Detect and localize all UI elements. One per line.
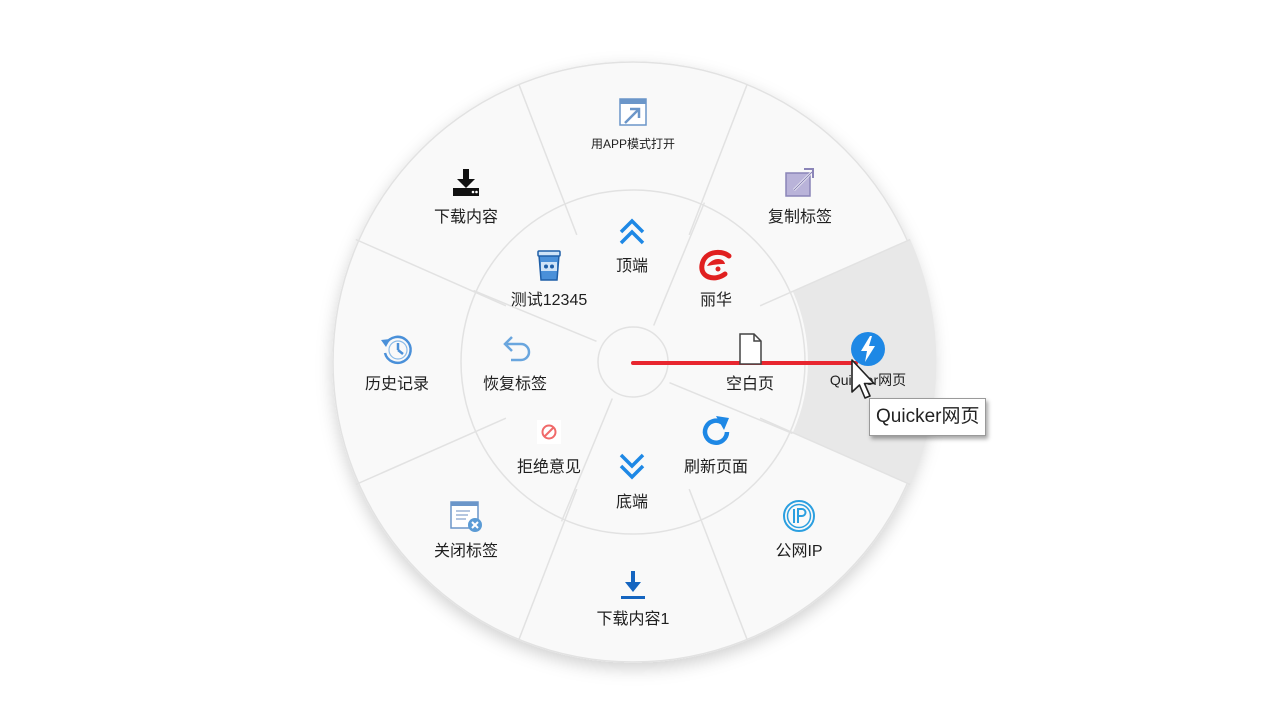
tooltip: Quicker网页: [869, 398, 987, 436]
menu-item-label: 下载内容1: [596, 611, 670, 628]
menu-item-label: 复制标签: [767, 209, 832, 226]
menu-item-app-mode[interactable]: 用APP模式打开: [573, 96, 693, 152]
menu-item-blank-page[interactable]: 空白页: [690, 331, 810, 394]
menu-item-reject[interactable]: 拒绝意见: [489, 414, 609, 477]
double-chevron-up-icon: [619, 218, 645, 245]
menu-item-download-1[interactable]: 下载内容1: [573, 566, 693, 629]
open-in-app-icon: [619, 98, 647, 126]
reject-icon: [537, 420, 561, 444]
menu-item-restore-tab[interactable]: 恢复标签: [455, 331, 575, 394]
double-chevron-down-icon: [619, 453, 645, 480]
menu-item-label: 测试12345: [510, 292, 588, 309]
menu-item-label: 恢复标签: [482, 376, 547, 393]
history-icon: [381, 335, 412, 365]
menu-item-label: 拒绝意见: [516, 459, 581, 476]
menu-item-public-ip[interactable]: 公网IP: [739, 498, 859, 561]
ip-icon: [783, 500, 815, 532]
cup-icon: [537, 250, 561, 281]
lihua-logo-icon: [699, 249, 732, 281]
close-tab-icon: [450, 501, 482, 532]
menu-item-test[interactable]: 测试12345: [489, 247, 609, 310]
menu-item-label: 空白页: [725, 376, 774, 393]
undo-arrow-icon: [503, 336, 531, 362]
menu-item-label: 用APP模式打开: [590, 137, 675, 151]
menu-item-lihua[interactable]: 丽华: [656, 247, 776, 310]
menu-item-copy-tab[interactable]: 复制标签: [740, 164, 860, 227]
copy-tab-icon: [785, 168, 814, 197]
menu-item-label: 公网IP: [775, 543, 823, 560]
menu-item-label: 下载内容: [433, 209, 498, 226]
menu-item-close-tab[interactable]: 关闭标签: [406, 498, 526, 561]
menu-item-label: 关闭标签: [433, 543, 498, 560]
download-arrow-icon: [621, 571, 645, 599]
menu-item-label: 历史记录: [364, 376, 429, 393]
download-tray-icon: [453, 169, 479, 196]
menu-item-download[interactable]: 下载内容: [406, 164, 526, 227]
menu-item-label: 底端: [615, 494, 648, 511]
menu-item-label: 丽华: [699, 292, 732, 309]
blank-page-icon: [739, 333, 762, 365]
menu-item-history[interactable]: 历史记录: [337, 331, 457, 394]
refresh-icon: [702, 416, 730, 445]
